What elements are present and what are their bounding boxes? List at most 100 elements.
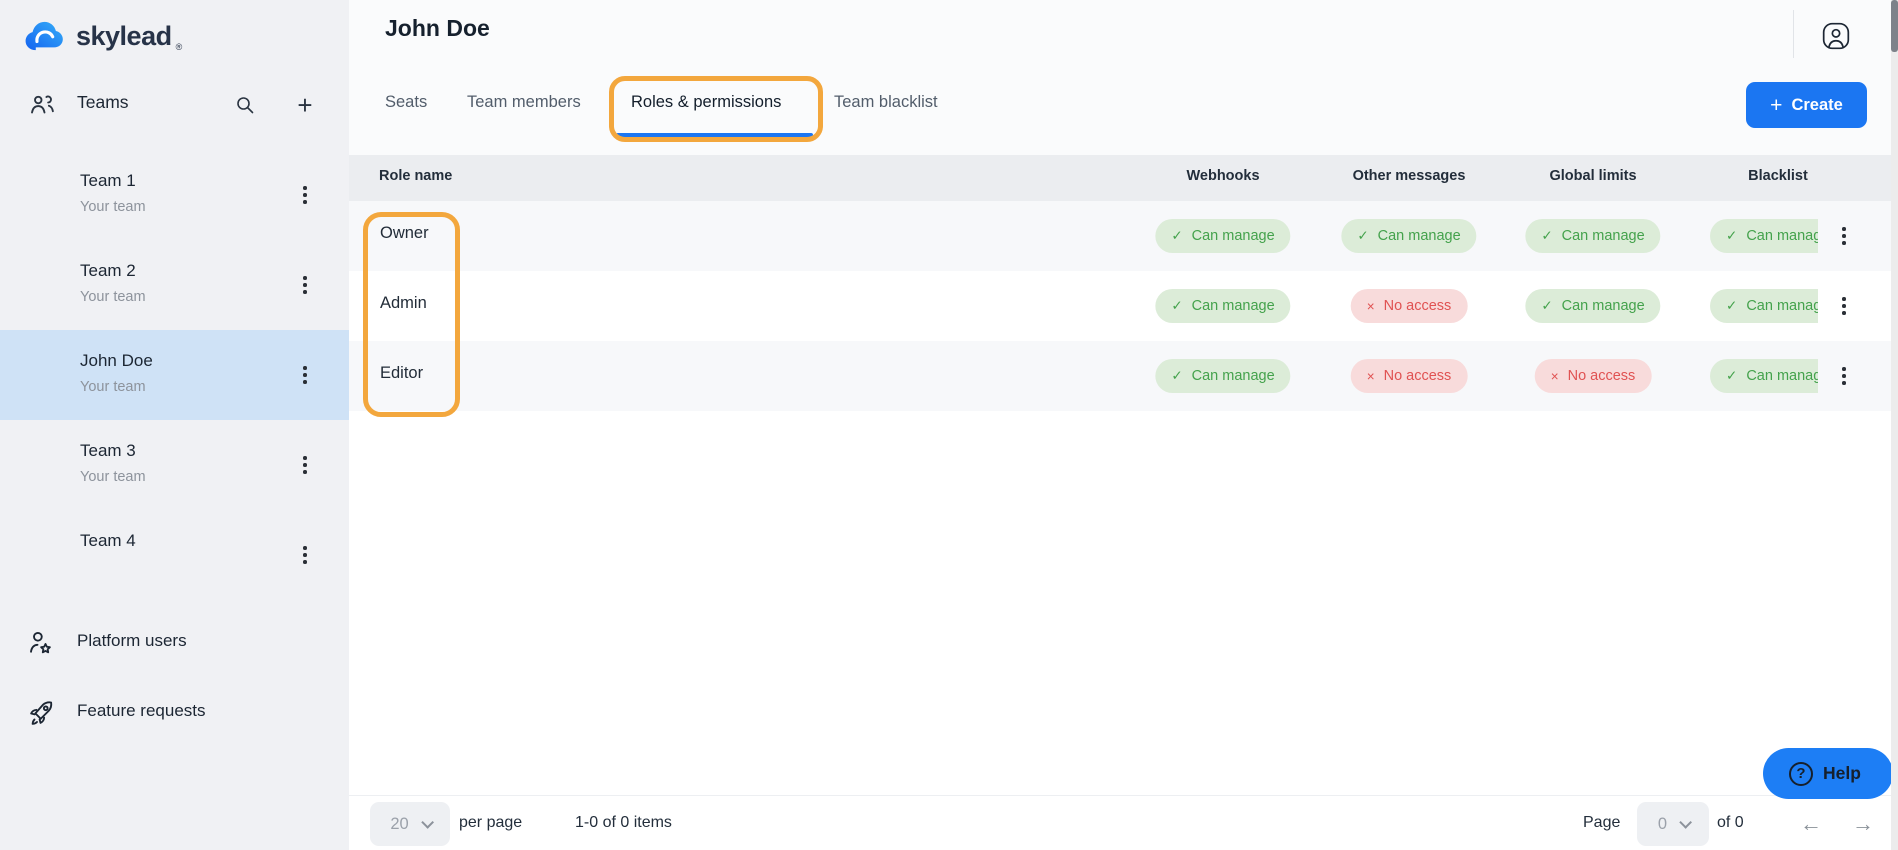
status-badge: ✓Can manage [1341, 219, 1476, 253]
cloud-logo-icon [24, 20, 68, 52]
per-page-label: per page [459, 814, 522, 832]
row-kebab-menu-icon[interactable] [1831, 219, 1857, 253]
teams-header: Teams + [0, 78, 349, 132]
platform-users-icon [26, 628, 56, 658]
check-icon: ✓ [1541, 228, 1552, 244]
status-badge: ✓Can manage [1525, 289, 1660, 323]
sidebar: skylead ® Teams + Team 1 Your team Team … [0, 0, 349, 850]
header-divider [1793, 10, 1794, 58]
other-messages-cell: ✓Can manage [1341, 219, 1476, 253]
sidebar-team-item[interactable]: Team 1 Your team [0, 150, 349, 240]
webhooks-cell: ✓Can manage [1155, 219, 1290, 253]
column-blacklist: Blacklist [1748, 168, 1808, 184]
blacklist-cell: ✓Can manage [1710, 359, 1818, 393]
vertical-scrollbar[interactable] [1891, 0, 1898, 850]
brand-logo[interactable]: skylead ® [24, 14, 182, 58]
status-badge: ✓Can manage [1710, 289, 1818, 323]
kebab-menu-icon[interactable] [292, 268, 318, 302]
tab-seats[interactable]: Seats [385, 93, 427, 121]
page-size-select[interactable]: 20 [370, 802, 450, 846]
header-band [349, 0, 1898, 155]
global-limits-cell: ✓Can manage [1525, 219, 1660, 253]
kebab-menu-icon[interactable] [292, 448, 318, 482]
table-row: Admin ✓Can manage ×No access ✓Can manage… [349, 271, 1898, 341]
column-webhooks: Webhooks [1186, 168, 1259, 184]
webhooks-cell: ✓Can manage [1155, 289, 1290, 323]
global-limits-cell: ×No access [1535, 359, 1652, 393]
status-badge: ✓Can manage [1710, 219, 1818, 253]
sidebar-item-platform-users[interactable]: Platform users [0, 618, 349, 668]
status-badge: ✓Can manage [1155, 219, 1290, 253]
blacklist-cell: ✓Can manage [1710, 219, 1818, 253]
teams-label: Teams [77, 92, 129, 113]
create-button[interactable]: + Create [1746, 82, 1867, 128]
scrollbar-thumb[interactable] [1891, 0, 1898, 52]
status-badge: ✓Can manage [1710, 359, 1818, 393]
check-icon: ✓ [1726, 368, 1737, 384]
other-messages-cell: ×No access [1351, 289, 1468, 323]
app-window: skylead ® Teams + Team 1 Your team Team … [0, 0, 1898, 850]
active-tab-underline [616, 133, 813, 137]
check-icon: ✓ [1726, 298, 1737, 314]
table-row: Editor ✓Can manage ×No access ×No access… [349, 341, 1898, 411]
tab-team-members[interactable]: Team members [467, 93, 581, 121]
check-icon: ✓ [1726, 228, 1737, 244]
previous-page-arrow-icon[interactable]: ← [1793, 806, 1829, 842]
blacklist-cell: ✓Can manage [1710, 289, 1818, 323]
of-pages-label: of 0 [1717, 814, 1744, 832]
webhooks-cell: ✓Can manage [1155, 359, 1290, 393]
table-body: Owner ✓Can manage ✓Can manage ✓Can manag… [349, 201, 1898, 411]
chevron-down-icon [421, 816, 434, 829]
items-count-label: 1-0 of 0 items [575, 814, 672, 832]
sidebar-team-item[interactable]: Team 2 Your team [0, 240, 349, 330]
status-badge: ×No access [1351, 289, 1468, 323]
sidebar-team-item[interactable]: Team 3 Your team [0, 420, 349, 510]
column-role-name: Role name [379, 168, 452, 184]
help-button[interactable]: ? Help [1763, 748, 1893, 799]
table-header: Role name Webhooks Other messages Global… [349, 155, 1898, 201]
sidebar-team-item[interactable]: Team 4 [0, 510, 349, 600]
profile-icon[interactable] [1819, 19, 1853, 53]
main-area: John Doe Seats Team members Roles & perm… [349, 0, 1898, 850]
tab-roles-permissions[interactable]: Roles & permissions [631, 93, 781, 121]
kebab-menu-icon[interactable] [292, 358, 318, 392]
add-team-button[interactable]: + [287, 86, 323, 124]
page-label: Page [1583, 814, 1620, 832]
status-badge: ✓Can manage [1155, 289, 1290, 323]
column-other-messages: Other messages [1353, 168, 1466, 184]
next-page-arrow-icon[interactable]: → [1845, 806, 1881, 842]
check-icon: ✓ [1171, 228, 1182, 244]
check-icon: ✓ [1541, 298, 1552, 314]
registered-mark: ® [176, 42, 183, 52]
sidebar-item-feature-requests[interactable]: Feature requests [0, 688, 349, 738]
chevron-down-icon [1679, 816, 1692, 829]
other-messages-cell: ×No access [1351, 359, 1468, 393]
row-kebab-menu-icon[interactable] [1831, 289, 1857, 323]
status-badge: ✓Can manage [1155, 359, 1290, 393]
column-global-limits: Global limits [1549, 168, 1636, 184]
plus-icon: + [1770, 95, 1782, 116]
kebab-menu-icon[interactable] [292, 538, 318, 572]
tab-team-blacklist[interactable]: Team blacklist [834, 93, 938, 121]
status-badge: ×No access [1535, 359, 1652, 393]
team-list: Team 1 Your team Team 2 Your team John D… [0, 150, 349, 600]
page-number-select[interactable]: 0 [1637, 802, 1709, 846]
check-icon: ✓ [1357, 228, 1368, 244]
row-kebab-menu-icon[interactable] [1831, 359, 1857, 393]
teams-group-icon [27, 90, 57, 120]
global-limits-cell: ✓Can manage [1525, 289, 1660, 323]
search-icon[interactable] [228, 88, 262, 122]
pagination-bar: 20 per page 1-0 of 0 items Page 0 of 0 ←… [349, 795, 1898, 850]
status-badge: ✓Can manage [1525, 219, 1660, 253]
cross-icon: × [1367, 369, 1375, 384]
question-mark-icon: ? [1789, 762, 1813, 786]
brand-name: skylead [76, 21, 172, 52]
page-title: John Doe [385, 15, 490, 42]
sidebar-item-label: Feature requests [77, 701, 206, 721]
rocket-icon [26, 698, 56, 728]
check-icon: ✓ [1171, 368, 1182, 384]
cross-icon: × [1367, 299, 1375, 314]
kebab-menu-icon[interactable] [292, 178, 318, 212]
check-icon: ✓ [1171, 298, 1182, 314]
sidebar-team-item[interactable]: John Doe Your team [0, 330, 349, 420]
